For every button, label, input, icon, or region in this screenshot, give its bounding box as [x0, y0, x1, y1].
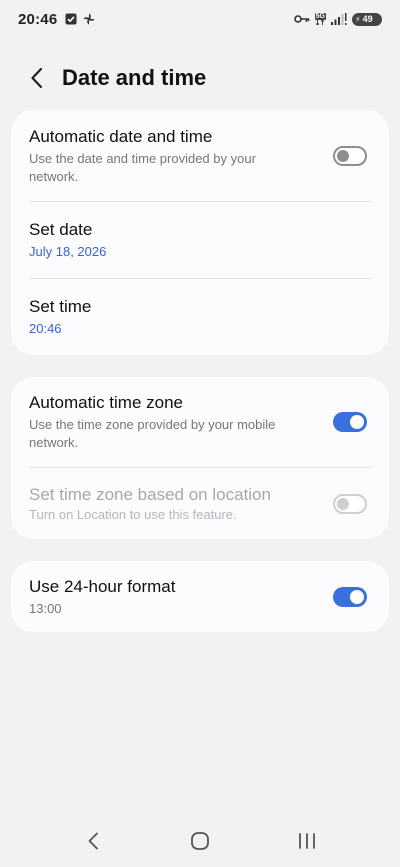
timezone-settings-card: Automatic time zone Use the time zone pr…	[11, 377, 389, 539]
auto-timezone-subtitle: Use the time zone provided by your mobil…	[29, 417, 276, 450]
key-icon	[293, 14, 310, 24]
set-date-text: Set date July 18, 2026	[29, 219, 371, 261]
format-24h-toggle[interactable]	[333, 586, 367, 607]
toggle-knob	[350, 589, 364, 604]
set-date-title: Set date	[29, 220, 93, 239]
location-timezone-title: Set time zone based on location	[29, 484, 271, 504]
status-notification-icons	[65, 13, 95, 25]
set-time-title: Set time	[29, 297, 92, 316]
network-type-label: 5G	[314, 13, 326, 20]
toggle-knob	[350, 415, 364, 429]
set-time-text: Set time 20:46	[29, 296, 371, 338]
set-date-row[interactable]: Set date July 18, 2026	[11, 202, 389, 278]
status-bar: 20:46 5G ⚡ 49	[0, 0, 400, 38]
back-nav-button[interactable]	[63, 819, 123, 863]
pinwheel-notification-icon	[83, 13, 95, 25]
page-header: Date and time	[0, 58, 400, 98]
status-time: 20:46	[18, 10, 58, 28]
set-time-value: 20:46	[29, 321, 62, 336]
home-nav-button[interactable]	[170, 819, 230, 863]
set-date-value: July 18, 2026	[29, 244, 107, 259]
page-title: Date and time	[62, 65, 207, 90]
location-timezone-toggle	[333, 493, 367, 514]
recents-nav-button[interactable]	[277, 819, 337, 863]
checkbox-notification-icon	[65, 13, 77, 25]
toggle-knob	[337, 497, 349, 510]
back-nav-icon	[88, 832, 99, 850]
navigation-bar	[0, 815, 400, 867]
auto-datetime-subtitle: Use the date and time provided by your n…	[29, 150, 256, 184]
signal-icon	[331, 13, 347, 25]
auto-timezone-row[interactable]: Automatic time zone Use the time zone pr…	[11, 377, 389, 467]
auto-datetime-row[interactable]: Automatic date and time Use the date and…	[11, 110, 389, 201]
battery-icon: ⚡ 49	[352, 12, 382, 26]
5g-network-icon: 5G	[314, 13, 326, 25]
charging-bolt-icon: ⚡	[355, 14, 361, 24]
home-nav-icon	[191, 832, 209, 850]
status-system-icons: 5G ⚡ 49	[293, 12, 382, 26]
location-timezone-text: Set time zone based on location Turn on …	[29, 484, 319, 524]
battery-level: 49	[362, 14, 373, 24]
location-timezone-subtitle: Turn on Location to use this feature.	[29, 506, 237, 522]
auto-datetime-text: Automatic date and time Use the date and…	[29, 126, 319, 186]
format-24h-text: Use 24-hour format 13:00	[29, 576, 319, 618]
set-time-row[interactable]: Set time 20:46	[11, 279, 389, 355]
toggle-knob	[337, 149, 349, 162]
datetime-settings-card: Automatic date and time Use the date and…	[11, 110, 389, 355]
format-24h-title: Use 24-hour format	[29, 576, 176, 596]
auto-timezone-title: Automatic time zone	[29, 393, 184, 412]
auto-timezone-toggle[interactable]	[333, 412, 367, 432]
format-24h-subtitle: 13:00	[29, 600, 62, 616]
auto-datetime-toggle[interactable]	[333, 145, 367, 166]
auto-timezone-text: Automatic time zone Use the time zone pr…	[29, 392, 319, 452]
recents-nav-icon	[298, 833, 315, 849]
format-settings-card: Use 24-hour format 13:00	[11, 561, 389, 632]
chevron-left-icon	[31, 67, 43, 89]
format-24h-row[interactable]: Use 24-hour format 13:00	[11, 561, 389, 632]
auto-datetime-title: Automatic date and time	[29, 126, 213, 146]
back-button[interactable]	[14, 58, 60, 98]
location-timezone-row: Set time zone based on location Turn on …	[11, 468, 389, 539]
